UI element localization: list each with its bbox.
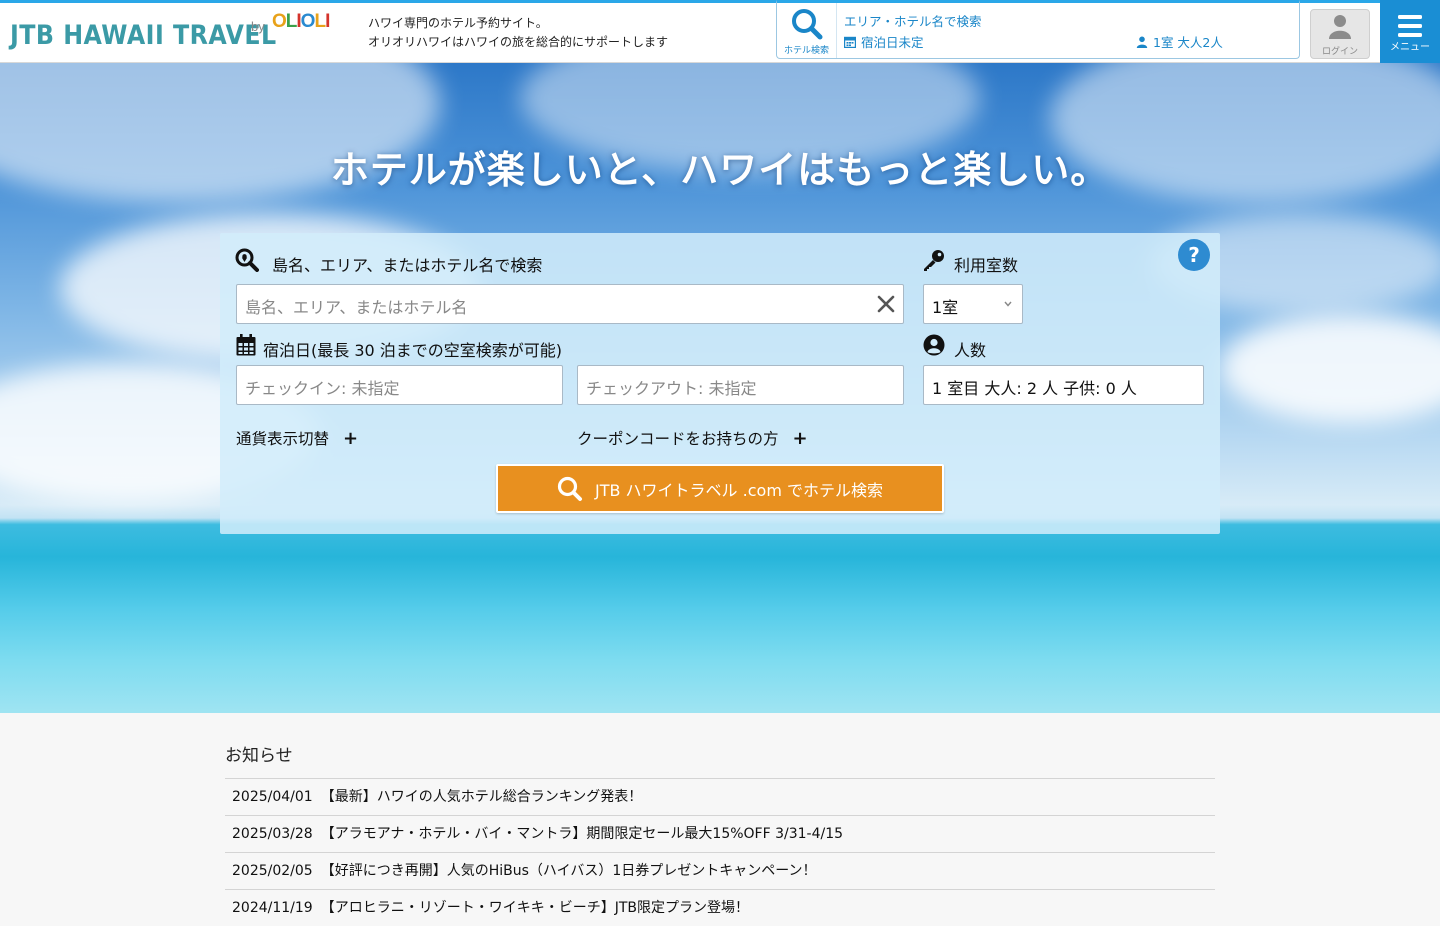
news-item[interactable]: 2024/11/19 【アロヒラニ・リゾート・ワイキキ・ビーチ】JTB限定プラン登… [225, 889, 1215, 926]
guests-label: 人数 [954, 341, 987, 360]
news-date: 2025/04/01 [232, 789, 313, 805]
header-search-guests-text: 1室 大人2人 [1153, 35, 1223, 50]
logo-by: by [251, 19, 265, 34]
news-text[interactable]: 【好評につき再開】人気のHiBus（ハイバス）1日券プレゼントキャンペーン！ [321, 863, 817, 879]
hotel-search-submit-button[interactable]: JTB ハワイトラベル .com でホテル検索 [496, 464, 944, 513]
news-text[interactable]: 【最新】ハワイの人気ホテル総合ランキング発表！ [321, 789, 643, 805]
header-search-area[interactable]: エリア・ホテル名で検索 [844, 11, 982, 30]
guests-input[interactable]: 1 室目 大人: 2 人 子供: 0 人 [923, 365, 1204, 405]
submit-label: JTB ハワイトラベル .com でホテル検索 [595, 480, 883, 500]
coupon-toggle-label: クーポンコードをお持ちの方 [577, 430, 779, 448]
plus-icon: + [792, 428, 808, 449]
header-search-dates[interactable]: 宿泊日未定 [843, 32, 924, 51]
keyword-placeholder: 島名、エリア、またはホテル名 [245, 298, 468, 317]
olioli-logo: OLIOLI [272, 11, 330, 32]
plus-icon: + [343, 428, 359, 449]
news-item[interactable]: 2025/04/01 【最新】ハワイの人気ホテル総合ランキング発表！ [225, 778, 1215, 815]
keyword-input[interactable]: 島名、エリア、またはホテル名 [236, 284, 904, 324]
news-date: 2024/11/19 [232, 900, 313, 916]
logo-text: JTB HAWAII TRAVEL [10, 20, 277, 51]
coupon-toggle[interactable]: クーポンコードをお持ちの方 + [577, 427, 808, 449]
hero-title: ホテルが楽しいと、ハワイはもっと楽しい。 [330, 147, 1110, 192]
search-icon [557, 476, 582, 501]
person-icon [1136, 36, 1148, 48]
calendar-icon [843, 36, 857, 49]
news-item[interactable]: 2025/03/28 【アラモアナ・ホテル・バイ・マントラ】期間限定セール最大15… [225, 815, 1215, 852]
search-icon [792, 9, 823, 40]
currency-toggle[interactable]: 通貨表示切替 + [236, 427, 358, 449]
chevron-down-icon [1004, 301, 1012, 307]
hamburger-icon [1398, 15, 1422, 37]
header-search-summary[interactable]: ホテル検索 エリア・ホテル名で検索 宿泊日未定 1室 大人2人 [776, 0, 1300, 59]
map-search-icon [235, 248, 259, 272]
header-search-button[interactable]: ホテル検索 [777, 3, 837, 58]
user-icon [1329, 15, 1351, 39]
site-logo[interactable]: JTB HAWAII TRAVEL [10, 16, 313, 52]
menu-label: メニュー [1390, 42, 1430, 53]
header-search-dates-text: 宿泊日未定 [861, 35, 924, 50]
rooms-value: 1室 [932, 298, 959, 317]
help-button[interactable]: ? [1178, 239, 1210, 271]
user-circle-icon [923, 334, 945, 356]
news-date: 2025/02/05 [232, 863, 313, 879]
key-icon [924, 250, 944, 271]
hero-section: ホテルが楽しいと、ハワイはもっと楽しい。 島名、エリア、またはホテル名で検索 利… [0, 63, 1440, 713]
keyword-label: 島名、エリア、またはホテル名で検索 [272, 256, 543, 275]
news-text[interactable]: 【アロヒラニ・リゾート・ワイキキ・ビーチ】JTB限定プラン登場！ [321, 900, 749, 916]
clear-icon[interactable] [877, 295, 895, 313]
tagline: ハワイ専門のホテル予約サイト。 オリオリハワイはハワイの旅を総合的にサポートしま… [368, 14, 668, 52]
login-button[interactable]: ログイン [1310, 9, 1370, 59]
checkout-input[interactable]: チェックアウト: 未指定 [577, 365, 904, 405]
menu-button[interactable]: メニュー [1380, 0, 1440, 63]
news-section: お知らせ 2025/04/01 【最新】ハワイの人気ホテル総合ランキング発表！ 2… [225, 744, 1215, 926]
rooms-select[interactable]: 1室 [923, 284, 1023, 324]
login-label: ログイン [1321, 47, 1358, 57]
calendar-icon [236, 334, 256, 356]
tagline-line-2: オリオリハワイはハワイの旅を総合的にサポートします [368, 35, 669, 49]
news-text[interactable]: 【アラモアナ・ホテル・バイ・マントラ】期間限定セール最大15%OFF 3/31-… [321, 826, 843, 842]
rooms-label: 利用室数 [954, 256, 1019, 275]
hotel-search-panel: 島名、エリア、またはホテル名で検索 利用室数 ? 島名、エリア、またはホテル名 … [220, 233, 1220, 534]
currency-toggle-label: 通貨表示切替 [236, 430, 330, 448]
news-title: お知らせ [225, 746, 293, 766]
header-search-guests[interactable]: 1室 大人2人 [1136, 32, 1223, 51]
news-item[interactable]: 2025/02/05 【好評につき再開】人気のHiBus（ハイバス）1日券プレゼン… [225, 852, 1215, 889]
header-search-label: ホテル検索 [783, 46, 829, 56]
dates-label: 宿泊日(最長 30 泊までの空室検索が可能) [263, 341, 563, 360]
site-header: JTB HAWAII TRAVEL by OLIOLI ハワイ専門のホテル予約サ… [0, 0, 1440, 63]
news-date: 2025/03/28 [232, 826, 313, 842]
cloud [1220, 313, 1440, 423]
tagline-line-1: ハワイ専門のホテル予約サイト。 [368, 16, 548, 30]
checkin-input[interactable]: チェックイン: 未指定 [236, 365, 563, 405]
